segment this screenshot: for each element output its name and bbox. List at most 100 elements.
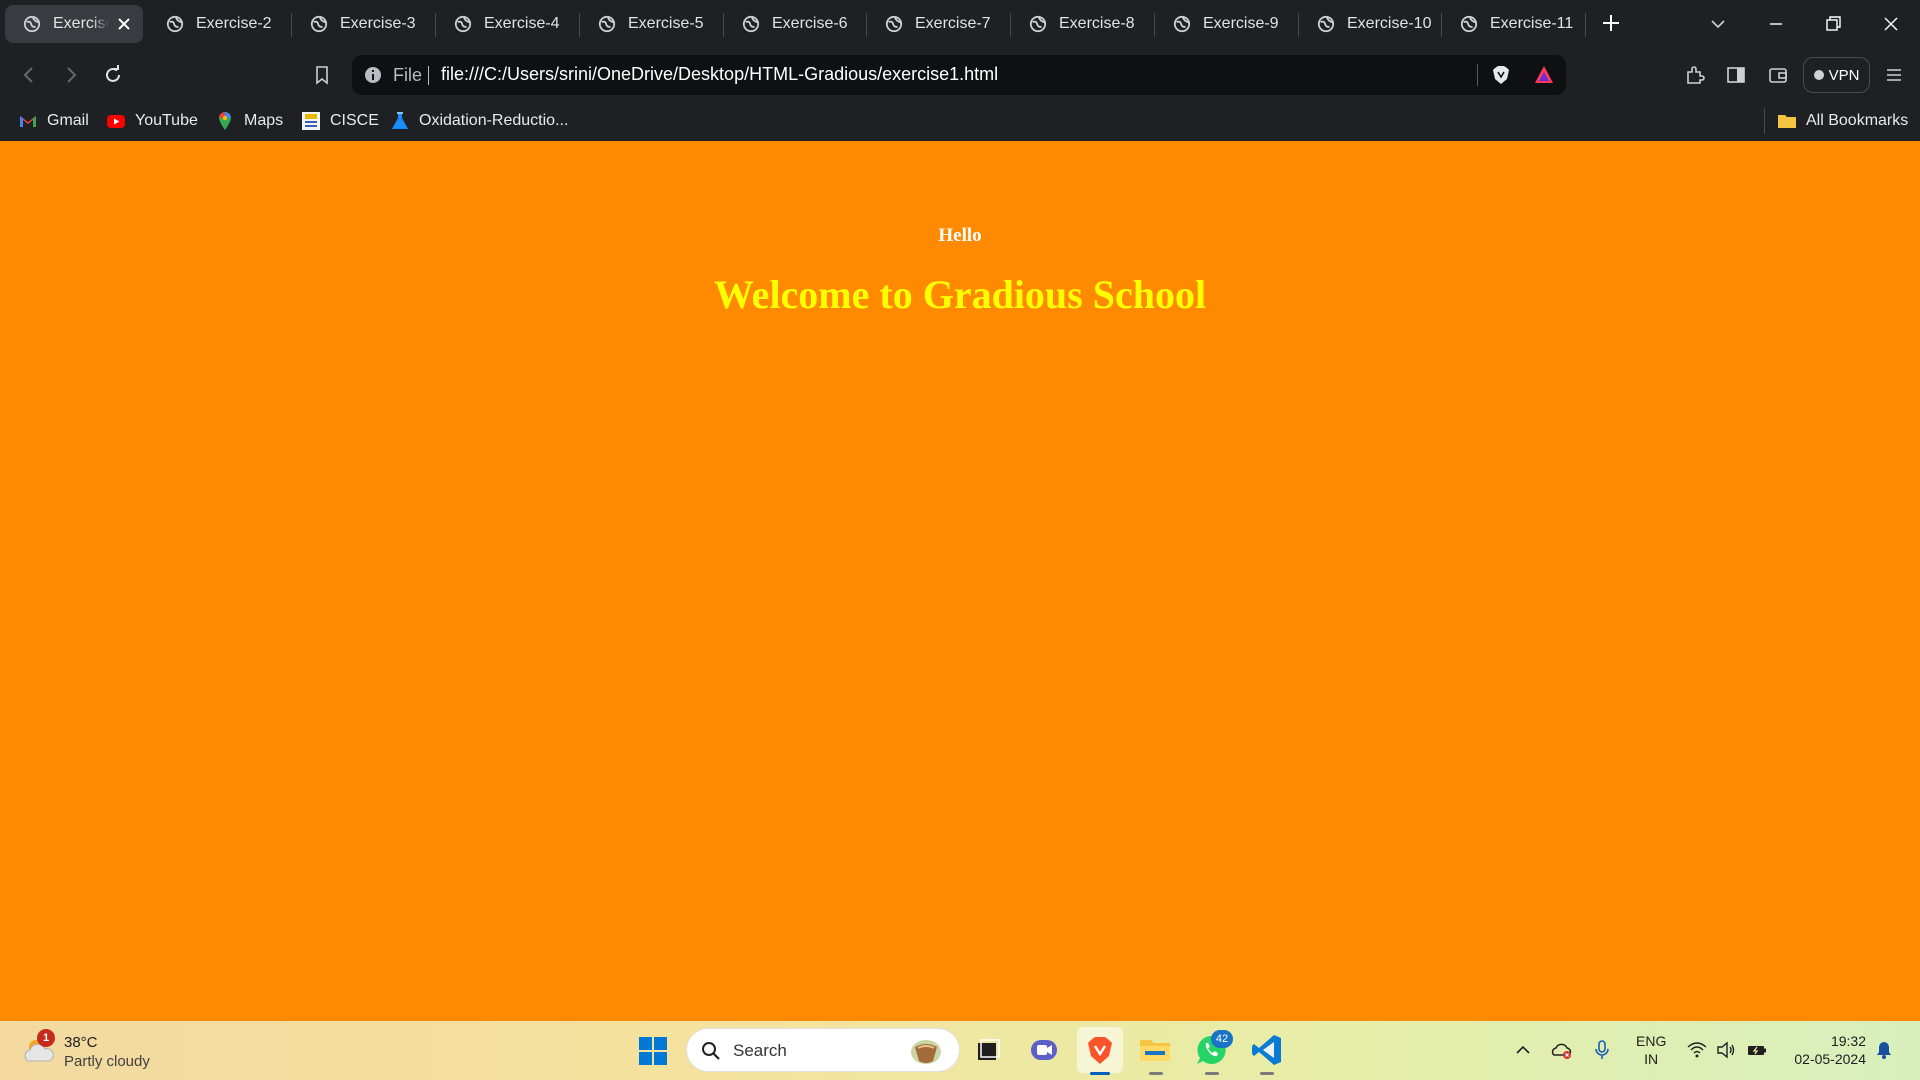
battery-charging-icon[interactable] [1746, 1039, 1768, 1061]
menu-hamburger-icon[interactable] [1883, 64, 1905, 86]
taskbar-brave-browser[interactable] [1077, 1027, 1123, 1073]
weather-condition: Partly cloudy [64, 1053, 150, 1070]
tab-label: Exercise-10 [1347, 15, 1432, 32]
wallet-icon[interactable] [1767, 64, 1789, 86]
tab-exercise-2[interactable]: Exercise-2 [148, 5, 272, 43]
window-close-icon[interactable] [1881, 14, 1901, 34]
bookmark-label: CISCE [330, 112, 379, 129]
web-page-content: Hello Welcome to Gradious School [0, 141, 1920, 1021]
tab-exercise-3[interactable]: Exercise-3 [292, 5, 416, 43]
search-highlight-icon [911, 1040, 941, 1064]
globe-icon [1317, 15, 1335, 33]
bookmark-gmail[interactable]: Gmail [18, 109, 89, 133]
wifi-icon[interactable] [1686, 1039, 1708, 1061]
address-bar[interactable]: File file:///C:/Users/srini/OneDrive/Des… [352, 55, 1566, 95]
tab-exercise-5[interactable]: Exercise-5 [580, 5, 704, 43]
vscode-icon[interactable] [1249, 1032, 1285, 1068]
volume-icon[interactable] [1715, 1039, 1737, 1061]
globe-icon [1029, 15, 1047, 33]
info-icon[interactable] [364, 66, 382, 84]
bookmark-label: YouTube [135, 112, 198, 129]
search-icon [702, 1042, 720, 1060]
scheme-label: File [393, 65, 423, 85]
globe-icon [1173, 15, 1191, 33]
globe-icon [742, 15, 760, 33]
tab-exercise-8[interactable]: Exercise-8 [1011, 5, 1135, 43]
whatsapp-running-indicator [1205, 1072, 1219, 1075]
clock-date: 02-05-2024 [1794, 1051, 1866, 1067]
url-text[interactable]: file:///C:/Users/srini/OneDrive/Desktop/… [441, 64, 998, 85]
tab-exercise-4[interactable]: Exercise-4 [436, 5, 560, 43]
gmail-icon [20, 116, 36, 127]
brave-running-indicator [1090, 1072, 1110, 1075]
region-code: IN [1644, 1051, 1659, 1067]
flask-icon [392, 112, 408, 129]
tab-label: Exercise-11 [1490, 15, 1574, 32]
file-explorer-icon[interactable] [1137, 1032, 1173, 1068]
bookmark-maps[interactable]: Maps [215, 109, 283, 133]
all-bookmarks-folder[interactable]: All Bookmarks [1777, 109, 1908, 133]
show-hidden-icons-chevron-up-icon[interactable] [1512, 1039, 1534, 1061]
browser-toolbar: File file:///C:/Users/srini/OneDrive/Des… [0, 50, 1920, 100]
windows-start-icon[interactable] [638, 1036, 668, 1066]
tab-exercise-1[interactable]: Exercise-1 [5, 5, 143, 43]
vpn-label: VPN [1828, 66, 1860, 84]
task-view-icon[interactable] [970, 1032, 1006, 1068]
new-tab-plus-icon[interactable] [1601, 13, 1621, 33]
tab-search-chevron-down-icon[interactable] [1708, 14, 1728, 34]
bookmark-label: Gmail [47, 112, 89, 129]
onedrive-error-icon[interactable] [1551, 1039, 1573, 1061]
tab-label: Exercise-8 [1059, 15, 1135, 32]
tab-label: Exercise-4 [484, 15, 560, 32]
bookmark-label: Maps [244, 112, 284, 129]
vscode-running-indicator [1260, 1072, 1274, 1075]
bookmark-oxidation-reduction[interactable]: Oxidation-Reductio... [390, 109, 568, 133]
youtube-icon [107, 115, 125, 128]
weather-temperature: 38°C [64, 1034, 98, 1051]
tab-label: Exercise-5 [628, 15, 704, 32]
bookmarks-bar: Gmail YouTube Maps CISCE Oxidation-Reduc… [0, 100, 1920, 141]
teams-chat-icon[interactable] [1026, 1032, 1062, 1068]
input-language-indicator[interactable]: ENG IN [1636, 1032, 1666, 1068]
minimize-icon[interactable] [1766, 14, 1786, 34]
tab-exercise-10[interactable]: Exercise-10 [1299, 5, 1431, 43]
bookmark-cisce[interactable]: CISCE [301, 109, 379, 133]
forward-arrow-icon[interactable] [60, 64, 82, 86]
bookmarks-separator [1764, 108, 1765, 134]
microphone-icon[interactable] [1591, 1039, 1613, 1061]
tab-label: Exercise-6 [772, 15, 848, 32]
brave-shields-icon[interactable] [1490, 64, 1512, 86]
explorer-running-indicator [1149, 1072, 1163, 1075]
tab-exercise-11[interactable]: Exercise-11 [1442, 5, 1573, 43]
back-arrow-icon[interactable] [18, 64, 40, 86]
welcome-heading: Welcome to Gradious School [713, 272, 1207, 317]
weather-widget[interactable]: 1 38°C Partly cloudy [22, 1029, 162, 1071]
vpn-button[interactable]: VPN [1803, 57, 1870, 93]
tab-exercise-6[interactable]: Exercise-6 [724, 5, 848, 43]
reload-icon[interactable] [102, 64, 124, 86]
tab-label: Exercise-9 [1203, 15, 1279, 32]
bookmark-youtube[interactable]: YouTube [106, 109, 198, 133]
globe-icon [1460, 15, 1478, 33]
cisce-icon [302, 112, 320, 130]
system-clock[interactable]: 19:32 02-05-2024 [1788, 1032, 1866, 1068]
bookmark-icon[interactable] [311, 64, 333, 86]
extensions-puzzle-icon[interactable] [1684, 64, 1706, 86]
vpn-status-dot [1813, 70, 1824, 80]
tab-label: Exercise-3 [340, 15, 416, 32]
address-separator [1477, 64, 1478, 86]
globe-icon [454, 15, 472, 33]
tab-label: Exercise-2 [196, 15, 272, 32]
notification-bell-icon[interactable] [1874, 1040, 1894, 1060]
taskbar-search[interactable]: Search [686, 1028, 960, 1072]
language-code: ENG [1636, 1033, 1667, 1049]
sidebar-toggle-icon[interactable] [1725, 64, 1747, 86]
globe-icon [166, 15, 184, 33]
brave-rewards-icon[interactable] [1533, 64, 1555, 86]
tab-exercise-9[interactable]: Exercise-9 [1155, 5, 1279, 43]
close-icon[interactable] [115, 15, 133, 33]
restore-icon[interactable] [1823, 14, 1843, 34]
clock-time: 19:32 [1830, 1033, 1866, 1049]
weather-alert-badge: 1 [37, 1029, 55, 1047]
tab-exercise-7[interactable]: Exercise-7 [867, 5, 991, 43]
